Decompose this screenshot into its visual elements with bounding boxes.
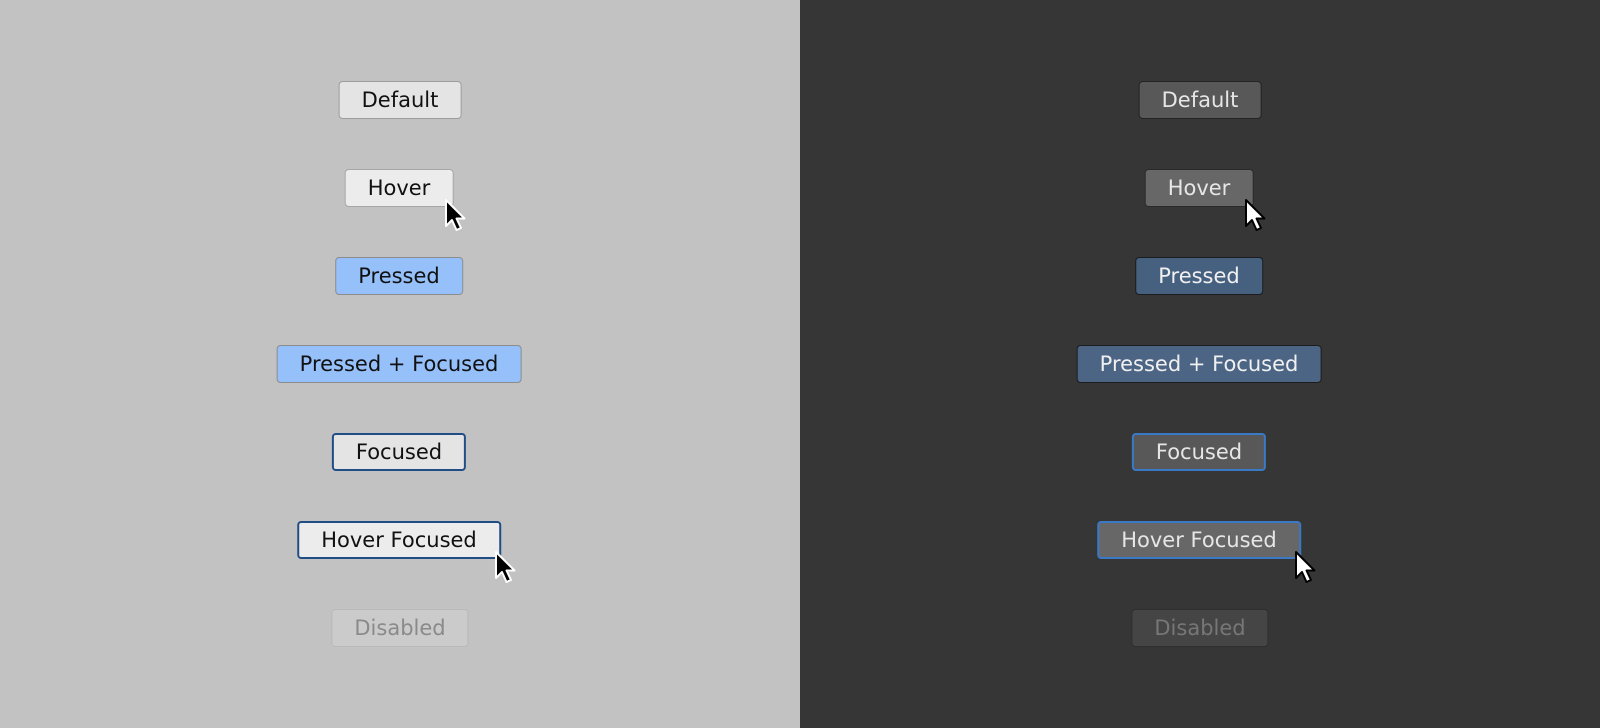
button-states-showcase: Default Hover Pressed Pressed + Focused …	[0, 0, 1600, 728]
pressed-focused-button[interactable]: Pressed + Focused	[276, 345, 522, 383]
light-theme-panel: Default Hover Pressed Pressed + Focused …	[0, 0, 800, 728]
disabled-button: Disabled	[1131, 609, 1269, 647]
hover-button[interactable]: Hover	[344, 169, 454, 207]
focused-button[interactable]: Focused	[1131, 433, 1267, 471]
default-button[interactable]: Default	[338, 81, 462, 119]
focused-button[interactable]: Focused	[331, 433, 467, 471]
disabled-button: Disabled	[331, 609, 469, 647]
pressed-button[interactable]: Pressed	[335, 257, 463, 295]
hover-button[interactable]: Hover	[1144, 169, 1254, 207]
pressed-button[interactable]: Pressed	[1135, 257, 1263, 295]
mouse-pointer-icon	[445, 199, 466, 231]
hover-focused-button[interactable]: Hover Focused	[1097, 521, 1301, 559]
mouse-pointer-icon	[495, 551, 516, 583]
dark-theme-panel: Default Hover Pressed Pressed + Focused …	[800, 0, 1600, 728]
pressed-focused-button[interactable]: Pressed + Focused	[1076, 345, 1322, 383]
mouse-pointer-icon	[1295, 551, 1316, 583]
mouse-pointer-icon	[1245, 199, 1266, 231]
hover-focused-button[interactable]: Hover Focused	[297, 521, 501, 559]
default-button[interactable]: Default	[1138, 81, 1262, 119]
